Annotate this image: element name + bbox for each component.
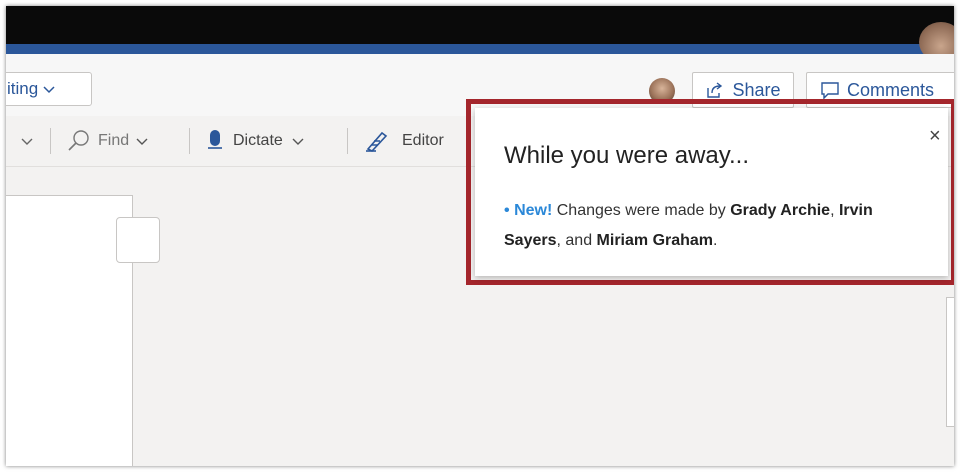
popup-message: • New! Changes were made by Grady Archie… <box>504 196 924 256</box>
toolbar-divider <box>50 128 51 154</box>
chevron-down-icon <box>21 138 33 145</box>
new-badge: New! <box>514 202 553 219</box>
user-name: Grady Archie <box>730 202 831 219</box>
comment-icon <box>821 82 839 100</box>
title-bar <box>6 6 954 44</box>
find-label: Find <box>98 132 130 149</box>
separator: , <box>830 202 835 219</box>
popup-title: While you were away... <box>504 142 749 169</box>
title-bar-accent <box>6 44 954 54</box>
chevron-down-icon <box>136 138 148 145</box>
find-button[interactable]: Find <box>66 116 149 166</box>
document-page[interactable] <box>6 195 133 466</box>
side-panel-edge <box>946 297 954 427</box>
editing-mode-button[interactable]: iting <box>6 72 92 106</box>
share-icon <box>707 82 723 98</box>
toolbar-divider <box>347 128 348 154</box>
user-name: Miriam Graham <box>596 232 714 249</box>
chevron-down-icon <box>43 86 55 94</box>
app-window: iting Share Comments Find Dictate Editor… <box>6 6 954 466</box>
bullet-icon: • <box>504 202 510 219</box>
search-icon <box>68 130 89 151</box>
dictate-label: Dictate <box>233 132 283 149</box>
dictate-button[interactable]: Dictate <box>205 116 305 166</box>
message-prefix: Changes were made by <box>556 202 726 219</box>
chevron-down-icon <box>292 138 304 145</box>
editor-label: Editor <box>402 132 444 149</box>
toolbar-divider <box>189 128 190 154</box>
editing-mode-label: iting <box>7 79 39 98</box>
editor-pen-icon <box>366 131 388 152</box>
previous-dropdown[interactable] <box>20 116 34 166</box>
while-away-popup: While you were away... × • New! Changes … <box>475 108 948 276</box>
close-icon[interactable]: × <box>929 126 941 146</box>
page-side-tab[interactable] <box>116 217 160 263</box>
message-suffix: . <box>713 232 718 249</box>
editor-button[interactable]: Editor <box>364 116 444 166</box>
microphone-icon <box>208 130 222 149</box>
separator: , and <box>556 232 593 249</box>
comments-label: Comments <box>847 79 935 100</box>
share-label: Share <box>732 79 781 100</box>
